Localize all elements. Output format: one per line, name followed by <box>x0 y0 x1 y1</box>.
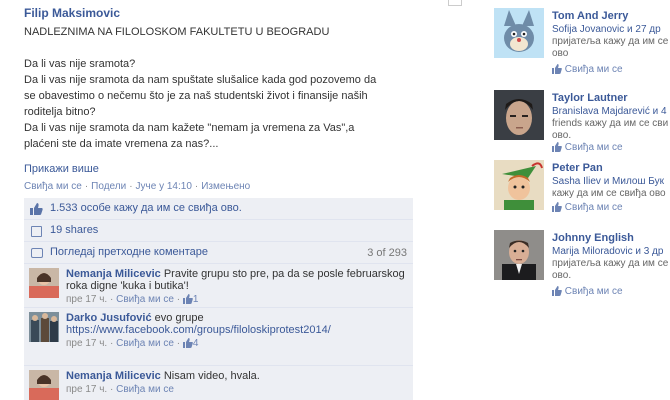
taylor-lautner-picture[interactable] <box>494 90 544 140</box>
page-friends-line: Sofija Jovanovic и 27 др <box>552 24 661 35</box>
page-like-button[interactable]: Свиђа ми се <box>552 142 623 153</box>
thumbs-up-icon <box>182 294 193 304</box>
comment: Nemanja Milicevic Nisam video, hvala. пр… <box>24 366 413 400</box>
sidebar-frame-corner <box>448 0 462 6</box>
comment-text: Nisam video, hvala. <box>163 370 260 382</box>
page-friends-line: ово <box>552 48 569 59</box>
tom-and-jerry-picture[interactable] <box>494 8 544 58</box>
page-like-label: Свиђа ми се <box>564 64 623 75</box>
comment-text: evo grupe <box>154 312 204 324</box>
shares-count-link[interactable]: 19 shares <box>50 224 98 236</box>
page-friends-line: friends кажу да им се сви <box>552 118 669 129</box>
page-friends-line: кажу да им се свиђа ово <box>552 188 666 199</box>
post-timestamp[interactable]: Јуче у 14:10 <box>136 181 192 192</box>
page-like-button[interactable]: Свиђа ми се <box>552 202 623 213</box>
page-friends-line: ово. <box>552 130 572 141</box>
page-like-button[interactable]: Свиђа ми се <box>552 64 623 75</box>
comment: Darko Jusufović evo grupe https://www.fa… <box>24 308 413 366</box>
commenter-avatar[interactable] <box>29 268 59 298</box>
commenter-name[interactable]: Nemanja Milicevic <box>66 370 161 382</box>
page-friends-text: Marija Miloradovic и 3 др пријатеља кажу… <box>552 246 670 282</box>
commenter-avatar[interactable] <box>29 370 59 400</box>
post-line: se obavestimo o nečemu što je za naš stu… <box>24 90 368 102</box>
comment-count: 3 of 293 <box>367 247 407 259</box>
page-friends-line: Branislava Majdarević и 4 <box>552 106 667 117</box>
post-line: roditelja bitno? <box>24 106 96 118</box>
post-share-link[interactable]: Подели <box>91 181 126 192</box>
thumbs-up-icon <box>552 142 562 152</box>
johnny-english-picture[interactable] <box>494 230 544 280</box>
comment-bubble-icon <box>31 248 43 258</box>
show-more-link[interactable]: Прикажи више <box>24 163 99 175</box>
comment-like-count[interactable]: 1 <box>193 294 199 305</box>
post-edited-link[interactable]: Измењено <box>201 181 250 192</box>
liked-pages-sidebar: Tom And Jerry Sofija Jovanovic и 27 др п… <box>448 0 670 400</box>
likes-count-text[interactable]: 1.533 особе кажу да им се свиђа ово. <box>50 202 242 214</box>
comment-like-link[interactable]: Свиђа ми се <box>116 384 174 395</box>
comment-like-count[interactable]: 4 <box>193 338 199 349</box>
comment-time[interactable]: пре 17 ч. <box>66 338 107 349</box>
page-friends-text: Sasha Iliev и Милош Бук кажу да им се св… <box>552 176 670 200</box>
page-friends-line: пријатеља кажу да им се <box>552 258 669 269</box>
page-like-label: Свиђа ми се <box>564 202 623 213</box>
peter-pan-picture[interactable] <box>494 160 544 210</box>
page-suggestion: Johnny English Marija Miloradovic и 3 др… <box>494 230 670 297</box>
page-name[interactable]: Tom And Jerry <box>552 10 628 22</box>
feedback-panel: 1.533 особе кажу да им се свиђа ово. 19 … <box>24 198 413 400</box>
page-suggestion: Peter Pan Sasha Iliev и Милош Бук кажу д… <box>494 160 670 224</box>
page-like-label: Свиђа ми се <box>564 142 623 153</box>
likes-summary: 1.533 особе кажу да им се свиђа ово. <box>24 198 413 220</box>
group-link[interactable]: https://www.facebook.com/groups/filolosk… <box>66 324 331 336</box>
shares-summary: 19 shares <box>24 220 413 242</box>
post-line: Da li vas nije sramota? <box>24 58 136 70</box>
comment-meta: пре 17 ч. · Свиђа ми се · 4 <box>66 338 199 349</box>
page-name[interactable]: Peter Pan <box>552 162 603 174</box>
post-meta: Свиђа ми се · Подели · Јуче у 14:10 · Измењено <box>24 181 251 192</box>
post-line: Da li vas nije sramota da nam spuštate s… <box>24 74 377 86</box>
comment-meta: пре 17 ч. · Свиђа ми се <box>66 384 174 395</box>
thumbs-up-icon <box>30 203 43 215</box>
comment-time[interactable]: пре 17 ч. <box>66 294 107 305</box>
comment-like-link[interactable]: Свиђа ми се <box>116 294 174 305</box>
page-friends-line: пријатеља кажу да им се <box>552 36 669 47</box>
share-icon <box>31 226 42 237</box>
post-like-link[interactable]: Свиђа ми се <box>24 181 82 192</box>
post-line: Da li vas nije sramota da nam kažete "ne… <box>24 122 355 134</box>
thumbs-up-icon <box>552 64 562 74</box>
post-line: plaćeni ste da imate vremena za nas?... <box>24 138 219 150</box>
page-name[interactable]: Taylor Lautner <box>552 92 628 104</box>
post: Filip Maksimovic NADLEZNIMA NA FILOLOSKO… <box>0 0 440 400</box>
thumbs-up-icon <box>552 286 562 296</box>
thumbs-up-icon <box>552 202 562 212</box>
commenter-name[interactable]: Nemanja Milicevic <box>66 268 161 280</box>
page-like-label: Свиђа ми се <box>564 286 623 297</box>
comment: Nemanja Milicevic Pravite grupu sto pre,… <box>24 264 413 308</box>
page-friends-text: Sofija Jovanovic и 27 др пријатеља кажу … <box>552 24 670 60</box>
page-like-button[interactable]: Свиђа ми се <box>552 286 623 297</box>
post-author[interactable]: Filip Maksimovic <box>24 6 120 20</box>
page-name[interactable]: Johnny English <box>552 232 634 244</box>
commenter-avatar[interactable] <box>29 312 59 342</box>
post-line: NADLEZNIMA NA FILOLOSKOM FAKULTETU U BEO… <box>24 26 330 38</box>
commenter-name[interactable]: Darko Jusufović <box>66 312 152 324</box>
page-friends-line: Marija Miloradovic и 3 др <box>552 246 664 257</box>
previous-comments-row: Погледај претходне коментаре 3 of 293 <box>24 242 413 264</box>
comment-like-link[interactable]: Свиђа ми се <box>116 338 174 349</box>
page-friends-text: Branislava Majdarević и 4 friends кажу д… <box>552 106 670 142</box>
post-text: NADLEZNIMA NA FILOLOSKOM FAKULTETU U BEO… <box>24 24 424 152</box>
thumbs-up-icon <box>182 338 193 348</box>
view-previous-comments-link[interactable]: Погледај претходне коментаре <box>50 246 208 258</box>
page-suggestion: Taylor Lautner Branislava Majdarević и 4… <box>494 90 670 154</box>
comment-meta: пре 17 ч. · Свиђа ми се · 1 <box>66 294 199 305</box>
comment-time[interactable]: пре 17 ч. <box>66 384 107 395</box>
page-suggestion: Tom And Jerry Sofija Jovanovic и 27 др п… <box>494 8 670 75</box>
page-friends-line: Sasha Iliev и Милош Бук <box>552 176 665 187</box>
page-friends-line: ово. <box>552 270 572 281</box>
